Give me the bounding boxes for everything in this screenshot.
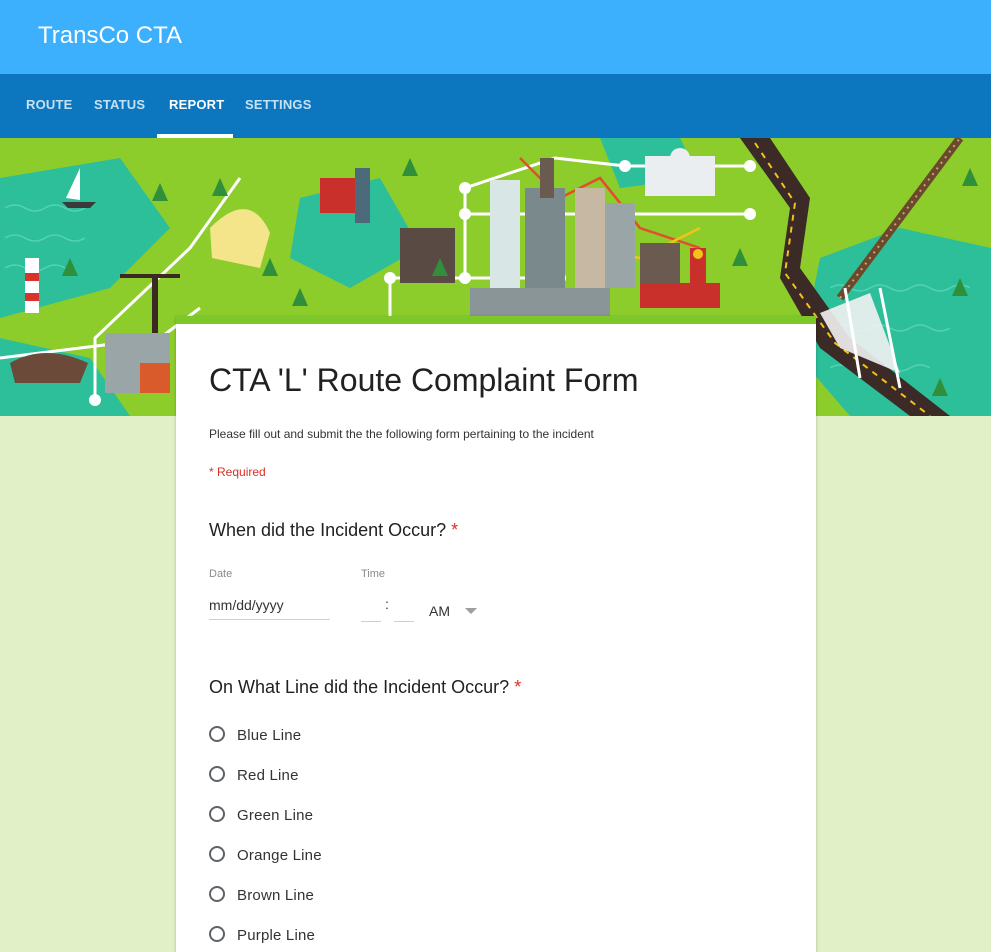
- radio-button[interactable]: [209, 726, 225, 742]
- required-star: *: [451, 520, 459, 540]
- radio-label: Purple Line: [237, 927, 316, 944]
- app-bar: TransCo CTA: [0, 0, 991, 74]
- form-card: CTA 'L' Route Complaint Form Please fill…: [176, 316, 816, 952]
- hour-input[interactable]: [361, 590, 381, 622]
- question-incident-time-text: When did the Incident Occur?: [209, 520, 447, 540]
- app-title: TransCo CTA: [38, 22, 183, 49]
- radio-label: Orange Line: [237, 847, 322, 864]
- chevron-down-icon[interactable]: [465, 608, 477, 614]
- radio-label: Green Line: [237, 807, 314, 824]
- tab-report[interactable]: REPORT: [169, 74, 224, 138]
- radio-button[interactable]: [209, 846, 225, 862]
- form-title: CTA 'L' Route Complaint Form: [209, 362, 639, 398]
- question-incident-line-text: On What Line did the Incident Occur?: [209, 677, 510, 697]
- radio-button[interactable]: [209, 886, 225, 902]
- radio-button[interactable]: [209, 766, 225, 782]
- date-label: Date: [209, 568, 233, 580]
- tab-settings[interactable]: SETTINGS: [245, 74, 312, 138]
- tab-route[interactable]: ROUTE: [26, 74, 73, 138]
- time-label: Time: [361, 568, 386, 580]
- radio-button[interactable]: [209, 926, 225, 942]
- form-description: Please fill out and submit the the follo…: [209, 427, 594, 441]
- required-note: * Required: [209, 465, 266, 479]
- radio-button[interactable]: [209, 806, 225, 822]
- question-incident-line: On What Line did the Incident Occur? *: [209, 677, 521, 698]
- question-incident-time: When did the Incident Occur? *: [209, 520, 458, 541]
- tab-bar: ROUTE STATUS REPORT SETTINGS: [0, 74, 991, 138]
- time-separator: :: [385, 596, 389, 612]
- ampm-select[interactable]: AM: [429, 603, 450, 619]
- tab-status[interactable]: STATUS: [94, 74, 145, 138]
- minute-input[interactable]: [394, 590, 414, 622]
- radio-label: Brown Line: [237, 887, 315, 904]
- required-star: *: [514, 677, 522, 697]
- radio-label: Red Line: [237, 767, 299, 784]
- radio-label: Blue Line: [237, 727, 302, 744]
- date-input[interactable]: mm/dd/yyyy: [209, 590, 330, 620]
